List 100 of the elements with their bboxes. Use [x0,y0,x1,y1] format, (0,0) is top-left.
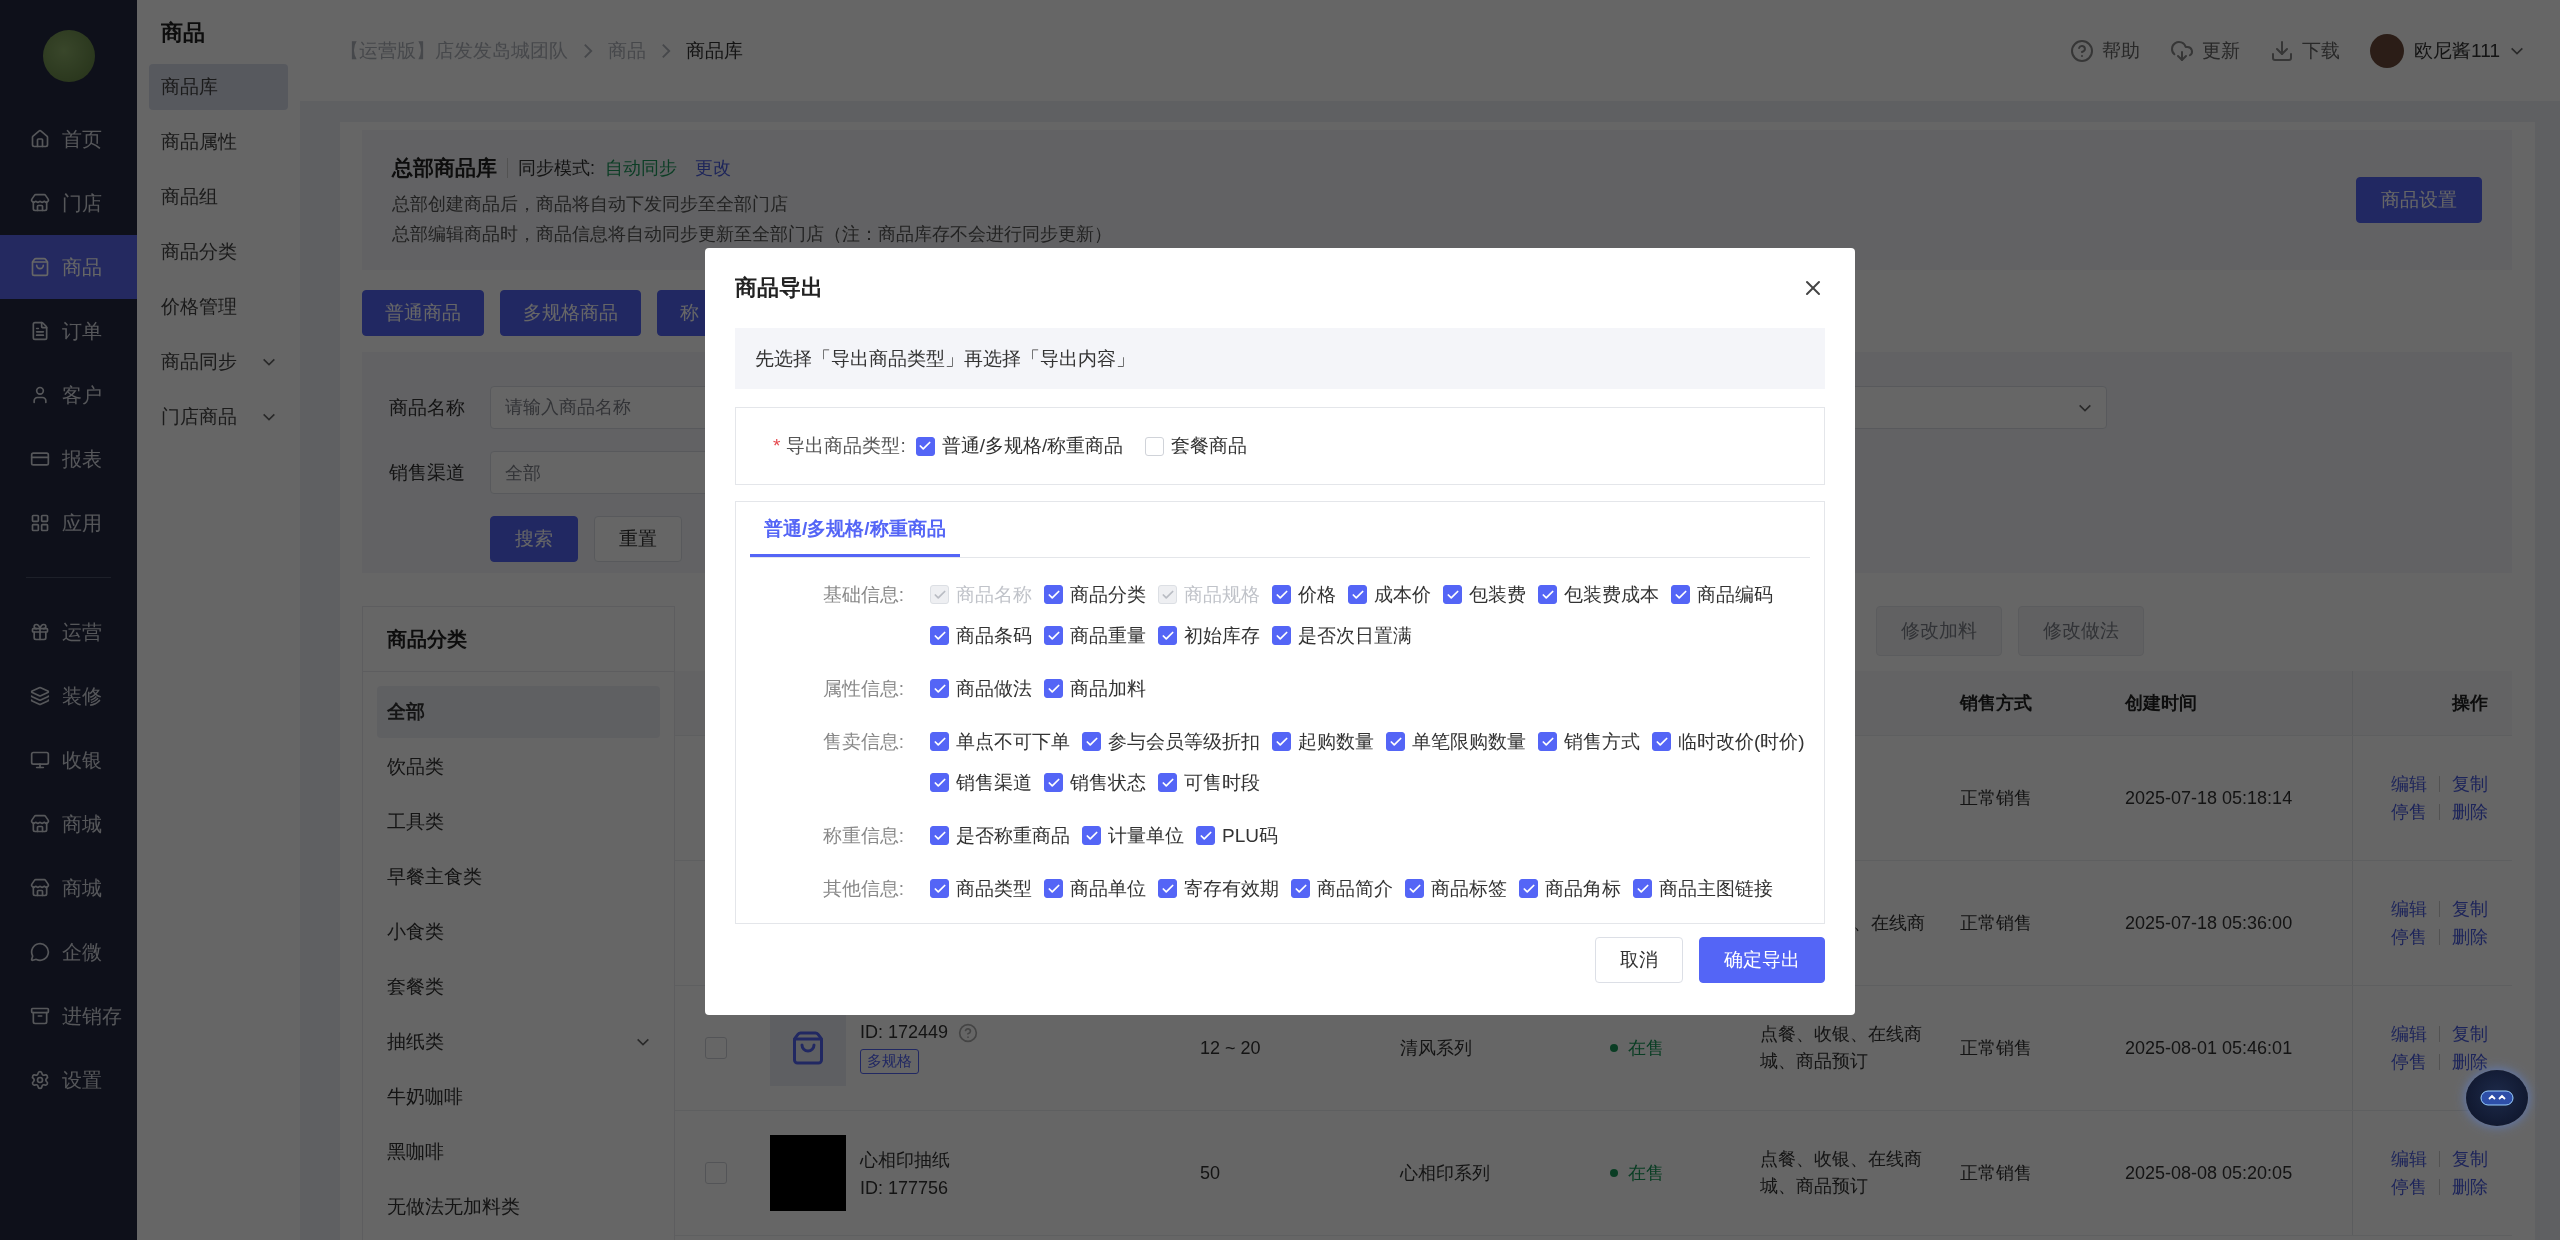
submenu-item[interactable]: 门店商品 [149,394,288,440]
checkbox[interactable] [1082,732,1101,751]
nav-item[interactable]: 装修 [0,664,137,728]
confirm-button[interactable]: 确定导出 [1699,937,1825,983]
tab[interactable]: 普通/多规格/称重商品 [750,502,960,557]
stop-sale-link[interactable]: 停售 [2391,925,2427,949]
delete-link[interactable]: 删除 [2452,1050,2488,1074]
checkbox[interactable] [1044,679,1063,698]
sale-mode-text: 正常销售 [1960,912,2032,935]
category-item[interactable]: 工具类 [377,796,660,848]
nav-item[interactable]: 收银 [0,728,137,792]
edit-link[interactable]: 编辑 [2391,1147,2427,1171]
submenu-item[interactable]: 商品组 [149,174,288,220]
checkbox[interactable] [1044,585,1063,604]
submenu-item[interactable]: 商品属性 [149,119,288,165]
search-button[interactable]: 搜索 [490,516,578,562]
checkbox[interactable] [1348,585,1367,604]
series-text: 心相印系列 [1400,1162,1490,1185]
checkbox[interactable] [930,773,949,792]
checkbox[interactable] [1443,585,1462,604]
checkbox[interactable] [1272,732,1291,751]
submenu-item[interactable]: 商品同步 [149,339,288,385]
category-item[interactable]: 牛奶咖啡 [377,1071,660,1123]
checkbox[interactable] [1405,879,1424,898]
category-item[interactable]: 全部 [377,686,660,738]
breadcrumb-item[interactable]: 商品库 [686,37,743,64]
option-label: 商品类型 [956,876,1032,901]
checkbox[interactable] [1044,626,1063,645]
copy-link[interactable]: 复制 [2452,1022,2488,1046]
nav-item[interactable]: 企微 [0,920,137,984]
submenu-item[interactable]: 商品分类 [149,229,288,275]
type-button[interactable]: 普通商品 [362,290,484,336]
checkbox[interactable] [1652,732,1671,751]
checkbox[interactable] [1044,879,1063,898]
checkbox[interactable] [930,826,949,845]
checkbox[interactable] [930,879,949,898]
category-item[interactable]: 饮品类 [377,741,660,793]
checkbox[interactable] [1196,826,1215,845]
settings-button[interactable]: 商品设置 [2356,177,2482,223]
header-action[interactable]: 帮助 [2070,37,2141,64]
category-item[interactable]: 早餐主食类 [377,851,660,903]
checkbox[interactable] [930,626,949,645]
checkbox[interactable] [1291,879,1310,898]
edit-link[interactable]: 编辑 [2391,772,2427,796]
checkbox[interactable] [1272,626,1291,645]
checkbox[interactable] [1158,773,1177,792]
category-item[interactable]: 套餐类 [377,961,660,1013]
nav-item[interactable]: 商城 [0,856,137,920]
nav-item[interactable]: 应用 [0,491,137,555]
nav-item[interactable]: 报表 [0,427,137,491]
channels-text: 点餐、收银、在线商城、商品预订 [1760,1148,1923,1198]
nav-item[interactable]: 商城 [0,792,137,856]
copy-link[interactable]: 复制 [2452,897,2488,921]
category-item[interactable]: 黑咖啡 [377,1126,660,1178]
checkbox[interactable] [1044,773,1063,792]
category-item[interactable]: 小食类 [377,906,660,958]
stop-sale-link[interactable]: 停售 [2391,1175,2427,1199]
nav-item[interactable]: 门店 [0,171,137,235]
copy-link[interactable]: 复制 [2452,772,2488,796]
checkbox[interactable] [930,732,949,751]
checkbox[interactable] [1082,826,1101,845]
nav-item[interactable]: 客户 [0,363,137,427]
header-action[interactable]: 更新 [2170,37,2241,64]
checkbox[interactable] [1633,879,1652,898]
checkbox[interactable] [930,679,949,698]
chevron-down-icon[interactable] [2510,46,2524,55]
checkbox[interactable] [1671,585,1690,604]
nav-item[interactable]: 首页 [0,107,137,171]
checkbox[interactable] [1158,626,1177,645]
nav-item[interactable]: 进销存 [0,984,137,1048]
nav-item[interactable]: 订单 [0,299,137,363]
option-label: 商品标签 [1431,876,1507,901]
cancel-button[interactable]: 取消 [1595,937,1683,983]
reset-button[interactable]: 重置 [594,516,682,562]
header-action[interactable]: 下载 [2270,37,2341,64]
type-button[interactable]: 多规格商品 [500,290,641,336]
nav-item[interactable]: 运营 [0,600,137,664]
checkbox[interactable] [1272,585,1291,604]
delete-link[interactable]: 删除 [2452,800,2488,824]
category-item[interactable]: 无做法无加料类 [377,1181,660,1233]
checkbox[interactable] [1538,732,1557,751]
submenu-item[interactable]: 商品库 [149,64,288,110]
checkbox[interactable] [1158,879,1177,898]
checkbox[interactable] [915,436,935,456]
checkbox[interactable] [1386,732,1405,751]
stop-sale-link[interactable]: 停售 [2391,800,2427,824]
nav-item[interactable]: 设置 [0,1048,137,1112]
copy-link[interactable]: 复制 [2452,1147,2488,1171]
edit-link[interactable]: 编辑 [2391,1022,2427,1046]
edit-link[interactable]: 编辑 [2391,897,2427,921]
delete-link[interactable]: 删除 [2452,925,2488,949]
checkbox[interactable] [1538,585,1557,604]
category-item[interactable]: 抽纸类 [377,1016,660,1068]
submenu-item[interactable]: 价格管理 [149,284,288,330]
checkbox[interactable] [1519,879,1538,898]
user-name[interactable]: 欧尼酱111 [2414,37,2500,64]
stop-sale-link[interactable]: 停售 [2391,1050,2427,1074]
change-link[interactable]: 更改 [695,156,731,180]
delete-link[interactable]: 删除 [2452,1175,2488,1199]
nav-item[interactable]: 商品 [0,235,137,299]
